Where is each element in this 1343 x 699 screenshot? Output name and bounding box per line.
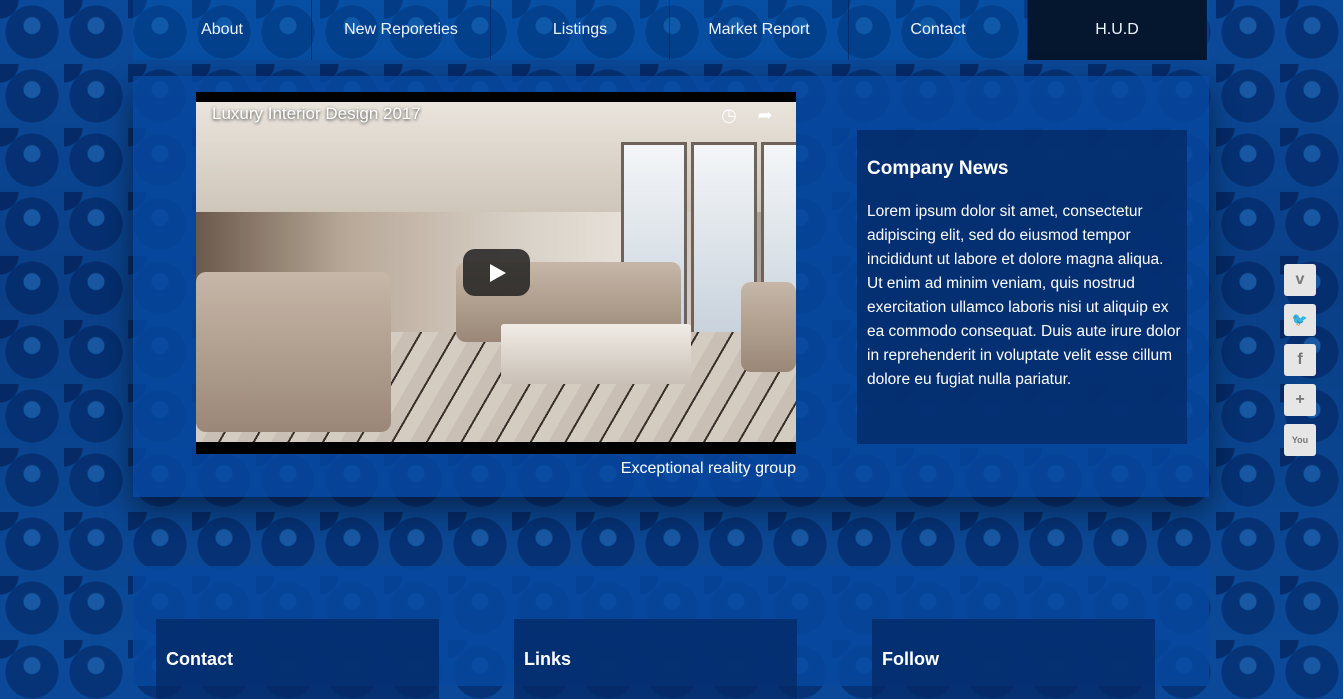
- facebook-icon[interactable]: f: [1284, 344, 1316, 376]
- company-news-panel: Company News Lorem ipsum dolor sit amet,…: [857, 130, 1187, 444]
- news-body: Lorem ipsum dolor sit amet, consectetur …: [867, 203, 1181, 388]
- plus-icon[interactable]: +: [1284, 384, 1316, 416]
- play-icon: [489, 263, 506, 282]
- nav-item-about[interactable]: About: [133, 0, 312, 60]
- video-player[interactable]: Luxury Interior Design 2017 ◷ ➦: [196, 92, 796, 454]
- main-panel: Luxury Interior Design 2017 ◷ ➦ Exceptio…: [133, 76, 1209, 497]
- main-nav: About New Reporeties Listings Market Rep…: [133, 0, 1209, 60]
- footer-links-heading: Links: [524, 649, 572, 669]
- footer-follow: Follow: [872, 619, 1155, 699]
- youtube-glyph: You: [1291, 435, 1309, 445]
- footer-contact: Contact: [156, 619, 439, 699]
- facebook-glyph: f: [1297, 351, 1303, 368]
- scene-chair: [741, 282, 796, 372]
- footer-follow-heading: Follow: [882, 649, 939, 669]
- footer-panel: Contact Links Follow: [133, 566, 1209, 699]
- nav-item-market-report[interactable]: Market Report: [670, 0, 849, 60]
- twitter-glyph: 🐦: [1291, 312, 1309, 327]
- footer-contact-heading: Contact: [166, 649, 233, 669]
- scene-armchair: [196, 272, 391, 432]
- footer-links: Links: [514, 619, 797, 699]
- clock-icon[interactable]: ◷: [718, 104, 740, 126]
- nav-item-new-reporeties[interactable]: New Reporeties: [312, 0, 491, 60]
- youtube-icon[interactable]: You: [1284, 424, 1316, 456]
- play-button[interactable]: [463, 249, 530, 296]
- nav-item-hud[interactable]: H.U.D: [1028, 0, 1207, 60]
- news-heading: Company News: [867, 158, 1009, 179]
- scene-table: [501, 324, 691, 384]
- video-title[interactable]: Luxury Interior Design 2017: [212, 104, 421, 124]
- plus-glyph: +: [1295, 391, 1305, 408]
- nav-item-contact[interactable]: Contact: [849, 0, 1028, 60]
- vimeo-icon[interactable]: v: [1284, 264, 1316, 296]
- video-caption: Exceptional reality group: [620, 460, 796, 477]
- share-icon[interactable]: ➦: [754, 104, 776, 126]
- vimeo-glyph: v: [1295, 271, 1305, 288]
- nav-item-listings[interactable]: Listings: [491, 0, 670, 60]
- twitter-icon[interactable]: 🐦: [1284, 304, 1316, 336]
